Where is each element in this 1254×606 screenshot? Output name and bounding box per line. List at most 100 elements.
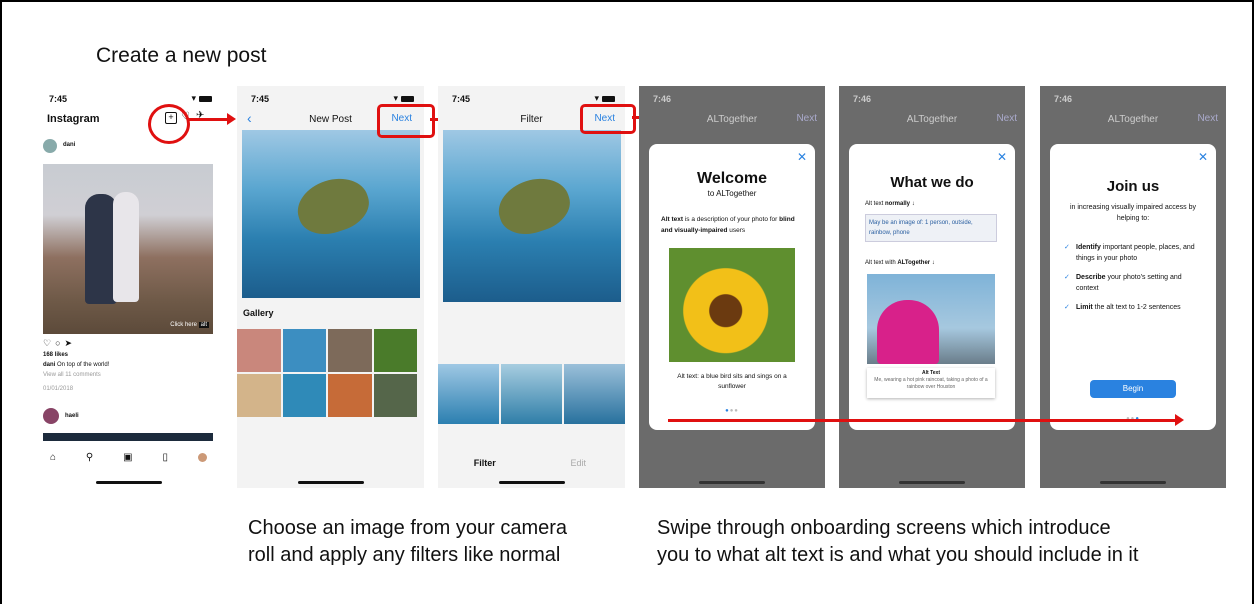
swipe-arrow xyxy=(668,414,1184,426)
status-time: 7:46 xyxy=(1054,94,1073,104)
gallery-thumb[interactable] xyxy=(328,329,372,372)
highlight-next xyxy=(580,104,636,134)
modal-heading: What we do xyxy=(890,174,974,191)
gallery-thumb[interactable] xyxy=(282,374,326,417)
comment-icon[interactable]: ○ xyxy=(55,338,64,348)
next-button[interactable]: Next xyxy=(996,113,1017,124)
gallery-thumb[interactable] xyxy=(282,329,326,372)
new-post-screen: 7:45 ▾ ‹ New Post Next Gallery xyxy=(237,86,424,488)
highlight-add-post xyxy=(148,104,190,144)
definition-end: users xyxy=(727,227,746,234)
home-indicator xyxy=(95,481,162,484)
gallery-thumb[interactable] xyxy=(237,374,281,417)
onboarding-modal: ✕ Join us in increasing visually impaire… xyxy=(1050,144,1216,430)
status-time: 7:46 xyxy=(653,94,672,104)
tab-filter[interactable]: Filter xyxy=(438,458,532,482)
onboarding-join-us-screen: 7:46 ALTogether Next ✕ Join us in increa… xyxy=(1040,86,1226,488)
post-username[interactable]: dani xyxy=(63,142,75,148)
alt-badge[interactable]: alt xyxy=(198,322,209,328)
status-time: 7:45 xyxy=(452,94,471,104)
begin-button[interactable]: Begin xyxy=(1090,380,1176,398)
alt-text-card: Alt Text Me, wearing a hot pink raincoat… xyxy=(867,368,995,398)
modal-heading: Join us xyxy=(1106,178,1160,195)
filter-thumb[interactable] xyxy=(501,364,562,424)
guideline-item: ✓ Identify important people, places, and … xyxy=(1064,242,1204,264)
search-icon[interactable]: ⚲ xyxy=(86,452,93,463)
gallery-thumb[interactable] xyxy=(328,374,372,417)
guideline-item: ✓ Limit the alt text to 1-2 sentences xyxy=(1064,302,1204,313)
guideline-bold: Identify xyxy=(1076,244,1101,251)
tab-edit[interactable]: Edit xyxy=(532,458,626,482)
close-icon[interactable]: ✕ xyxy=(1198,150,1208,164)
alt-card-text: Me, wearing a hot pink raincoat, taking … xyxy=(874,377,988,390)
normal-alt-label: Alt text normally ↓ xyxy=(865,201,915,207)
next-button[interactable]: Next xyxy=(1197,113,1218,124)
onboarding-what-we-do-screen: 7:46 ALTogether Next ✕ What we do Alt te… xyxy=(839,86,1025,488)
definition-text: is a description of your photo for xyxy=(683,216,780,223)
view-comments-link[interactable]: View all 11 comments xyxy=(43,372,101,378)
flow-arrow xyxy=(188,113,236,125)
guideline-text: the alt text to 1-2 sentences xyxy=(1092,304,1181,311)
check-icon: ✓ xyxy=(1064,244,1070,251)
guideline-bold: Limit xyxy=(1076,304,1093,311)
status-time: 7:45 xyxy=(49,94,68,104)
turtle-shape xyxy=(290,170,376,242)
gallery-thumb[interactable] xyxy=(373,329,417,372)
home-indicator xyxy=(498,481,565,484)
post-photo[interactable]: Click here alt xyxy=(43,164,213,334)
modal-heading: Welcome xyxy=(697,170,767,187)
caption-left-line2: roll and apply any filters like normal xyxy=(248,544,561,566)
status-time: 7:45 xyxy=(251,94,270,104)
filter-screen: 7:45 ▾ Filter Next Filter Edit xyxy=(438,86,625,488)
alt-text-definition: Alt text is a description of your photo … xyxy=(661,214,803,236)
heart-icon[interactable]: ♡ xyxy=(43,338,55,348)
close-icon[interactable]: ✕ xyxy=(797,150,807,164)
page-title: Create a new post xyxy=(96,44,267,67)
caption-user[interactable]: dani xyxy=(43,362,55,368)
next-post-photo[interactable] xyxy=(43,433,213,441)
caption-right: Swipe through onboarding screens which i… xyxy=(657,515,1138,569)
status-icons: ▾ xyxy=(191,93,212,104)
gallery-grid xyxy=(237,329,417,417)
click-here-hint[interactable]: Click here alt xyxy=(170,322,209,328)
caption-right-line2: you to what alt text is and what you sho… xyxy=(657,544,1139,566)
filter-strip xyxy=(438,364,625,424)
onboarding-modal: ✕ Welcome to ALTogether Alt text is a de… xyxy=(649,144,815,430)
guideline-item: ✓ Describe your photo's setting and conte… xyxy=(1064,272,1204,294)
home-indicator xyxy=(899,481,965,484)
selected-photo xyxy=(242,130,420,298)
gallery-label: Gallery xyxy=(243,308,274,318)
alt-card-title: Alt Text xyxy=(922,370,940,376)
caption-left-line1: Choose an image from your camera xyxy=(248,517,568,539)
post-username[interactable]: haeli xyxy=(65,413,79,419)
guideline-bold: Describe xyxy=(1076,274,1106,281)
caption-left: Choose an image from your camera roll an… xyxy=(248,515,567,569)
onboarding-welcome-screen: 7:46 ALTogether Next ✕ Welcome to ALToge… xyxy=(639,86,825,488)
close-icon[interactable]: ✕ xyxy=(997,150,1007,164)
filter-tabs: Filter Edit xyxy=(438,458,625,482)
send-icon[interactable]: ➤ xyxy=(65,338,77,348)
gallery-thumb[interactable] xyxy=(373,374,417,417)
check-icon: ✓ xyxy=(1064,274,1070,281)
image-alt-caption: Alt text: a blue bird sits and sings on … xyxy=(677,373,787,390)
filter-thumb[interactable] xyxy=(564,364,625,424)
home-indicator xyxy=(1100,481,1166,484)
bookmark-icon[interactable]: ▯ xyxy=(163,452,169,463)
label-bold: normally xyxy=(885,201,911,207)
status-icons: ▾ xyxy=(594,93,615,104)
post-date: 01/01/2018 xyxy=(43,386,74,392)
profile-avatar[interactable] xyxy=(197,452,207,462)
home-icon[interactable]: ⌂ xyxy=(50,452,56,463)
person-figure xyxy=(113,192,139,302)
altogether-alt-label: Alt text with ALTogether ↓ xyxy=(865,260,935,266)
status-icons: ▾ xyxy=(393,93,414,104)
reels-icon[interactable]: ▣ xyxy=(123,452,132,463)
gallery-thumb[interactable] xyxy=(237,329,281,372)
next-button[interactable]: Next xyxy=(796,113,817,124)
guideline-list: ✓ Identify important people, places, and … xyxy=(1064,242,1204,313)
label-arrow: ↓ xyxy=(930,260,935,266)
filter-thumb[interactable] xyxy=(438,364,499,424)
avatar[interactable] xyxy=(43,408,59,424)
label-text: Alt text xyxy=(865,201,886,207)
avatar[interactable] xyxy=(43,139,57,153)
